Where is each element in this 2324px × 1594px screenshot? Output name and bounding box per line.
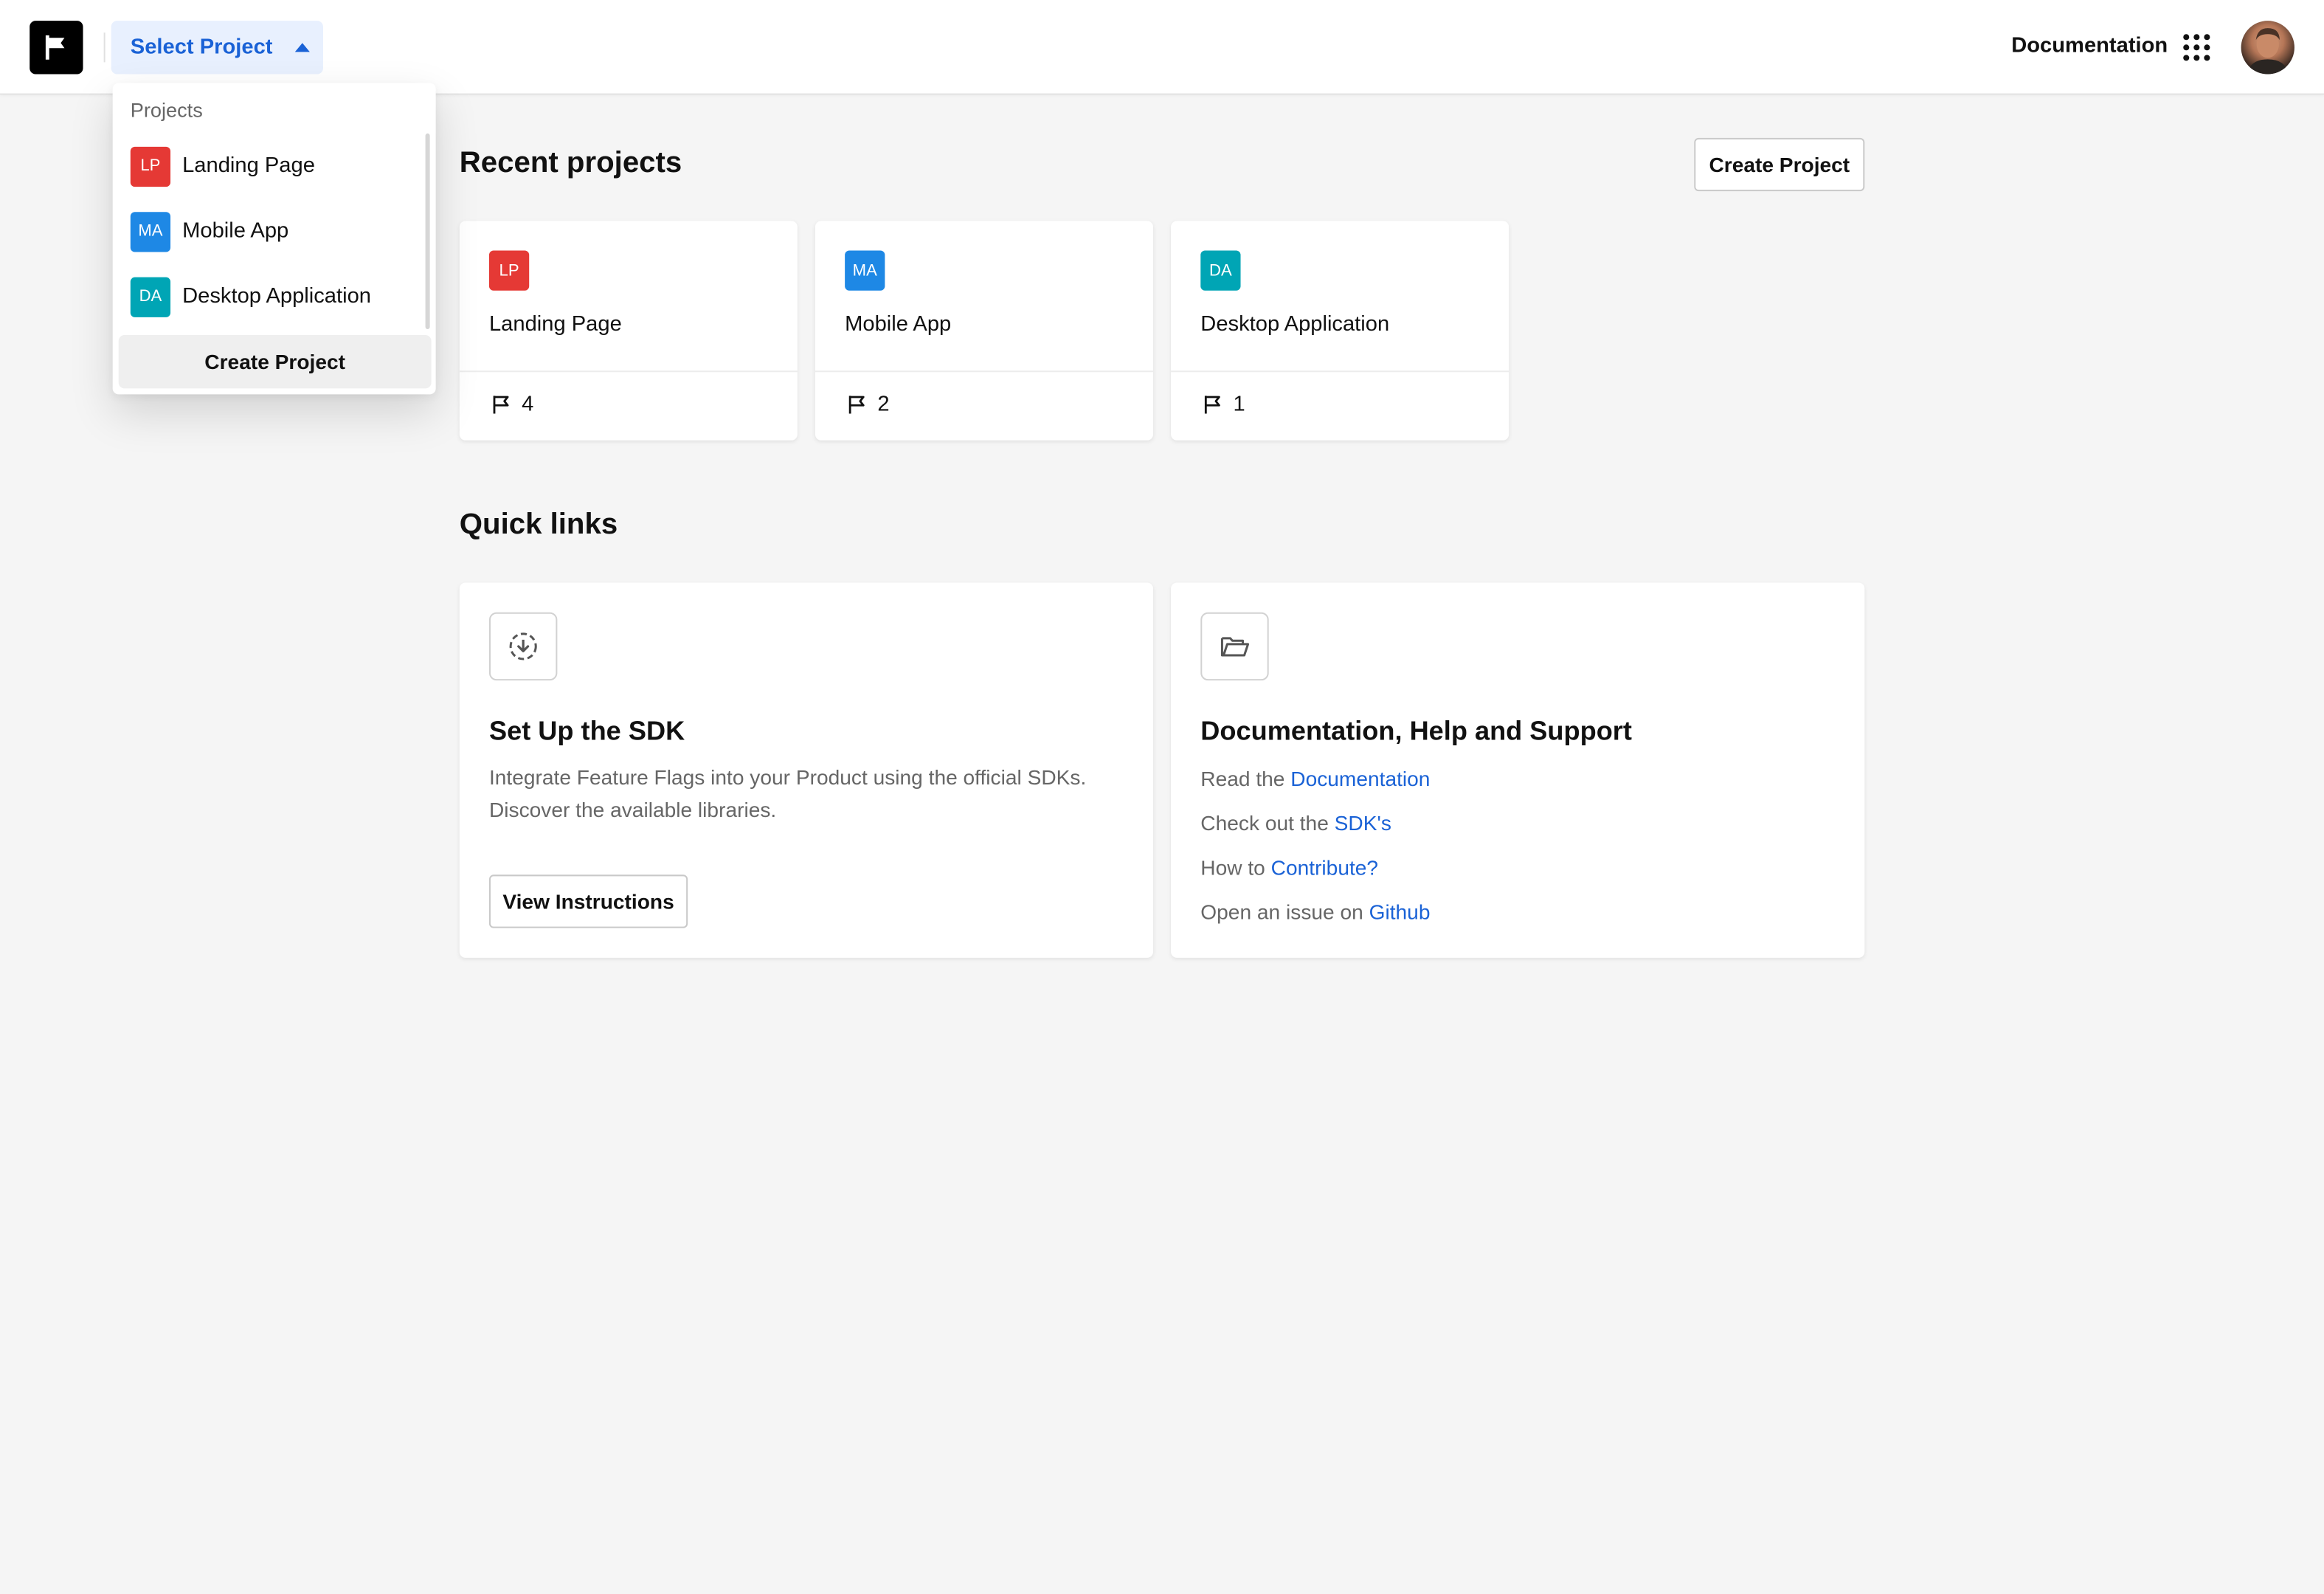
dropdown-item-label: Landing Page xyxy=(182,153,315,179)
documentation-link[interactable]: Documentation xyxy=(1290,767,1430,790)
project-select-dropdown: Projects LP Landing Page MA Mobile App D… xyxy=(112,83,436,395)
contribute-link[interactable]: Contribute? xyxy=(1271,855,1378,879)
sdk-card-title: Set Up the SDK xyxy=(488,716,685,746)
flag-count: 2 xyxy=(846,393,890,417)
recent-projects-heading: Recent projects xyxy=(459,146,682,180)
help-card-title: Documentation, Help and Support xyxy=(1200,716,1632,746)
flag-icon xyxy=(1204,396,1220,414)
documentation-link[interactable]: Documentation xyxy=(2011,34,2168,58)
help-line-text: Check out the xyxy=(1200,810,1335,835)
project-badge: LP xyxy=(130,145,171,187)
select-project-button[interactable]: Select Project xyxy=(111,21,323,75)
flag-icon xyxy=(848,396,865,414)
create-project-button[interactable]: Create Project xyxy=(1694,137,1865,192)
flag-icon xyxy=(493,396,509,414)
project-name: Landing Page xyxy=(488,312,622,337)
help-support-card: Documentation, Help and Support Read the… xyxy=(1171,582,1865,958)
dropdown-create-project-button[interactable]: Create Project xyxy=(118,335,432,389)
project-name: Desktop Application xyxy=(1200,312,1390,337)
sdk-setup-card: Set Up the SDK Integrate Feature Flags i… xyxy=(459,582,1154,958)
dropdown-item-landing-page[interactable]: LP Landing Page xyxy=(130,145,412,187)
project-badge: DA xyxy=(130,276,171,317)
help-line-text: How to xyxy=(1200,855,1271,880)
project-card-landing-page[interactable]: LP Landing Page 4 xyxy=(459,221,798,441)
project-badge: MA xyxy=(845,250,885,291)
project-card-mobile-app[interactable]: MA Mobile App 2 xyxy=(815,221,1154,441)
sdks-link[interactable]: SDK's xyxy=(1335,811,1391,835)
top-navigation-bar: Select Project Documentation xyxy=(0,0,2324,95)
header-divider xyxy=(103,32,106,63)
flag-count: 4 xyxy=(491,393,534,417)
project-badge: LP xyxy=(488,250,530,291)
dropdown-scrollbar[interactable] xyxy=(425,133,430,329)
select-project-label: Select Project xyxy=(130,35,273,60)
sdk-desc-line-1: Integrate Feature Flags into your Produc… xyxy=(488,765,1087,789)
flag-count-value: 1 xyxy=(1233,393,1245,417)
flag-logo-icon[interactable] xyxy=(30,21,83,75)
folder-open-icon xyxy=(1200,612,1269,681)
project-badge: MA xyxy=(130,211,171,252)
dropdown-item-mobile-app[interactable]: MA Mobile App xyxy=(130,210,412,252)
dropdown-item-label: Desktop Application xyxy=(182,284,371,308)
help-line-text: Read the xyxy=(1200,766,1291,790)
sdk-desc-line-2: Discover the available libraries. xyxy=(488,797,777,821)
help-line-contribute: How to Contribute? xyxy=(1200,855,1378,879)
card-divider xyxy=(459,370,798,373)
project-name: Mobile App xyxy=(845,312,952,337)
help-line-documentation: Read the Documentation xyxy=(1200,767,1430,790)
apps-grid-icon[interactable] xyxy=(2183,34,2210,61)
card-divider xyxy=(815,370,1154,373)
sdk-card-description: Integrate Feature Flags into your Produc… xyxy=(489,761,1112,826)
flag-count-value: 2 xyxy=(877,393,890,417)
user-avatar[interactable] xyxy=(2241,21,2294,75)
github-link[interactable]: Github xyxy=(1369,900,1431,923)
project-badge: DA xyxy=(1200,250,1241,291)
caret-up-icon xyxy=(294,42,310,52)
dropdown-item-label: Mobile App xyxy=(182,219,289,244)
flag-count: 1 xyxy=(1202,393,1245,417)
quick-links-heading: Quick links xyxy=(459,508,618,542)
dropdown-title: Projects xyxy=(130,99,203,122)
download-circle-icon xyxy=(488,612,558,681)
flag-count-value: 4 xyxy=(522,393,534,417)
project-card-desktop-application[interactable]: DA Desktop Application 1 xyxy=(1171,221,1509,441)
help-line-sdks: Check out the SDK's xyxy=(1200,811,1391,835)
dropdown-item-desktop-application[interactable]: DA Desktop Application xyxy=(130,276,412,317)
view-instructions-button[interactable]: View Instructions xyxy=(488,874,688,928)
help-line-text: Open an issue on xyxy=(1200,900,1369,924)
card-divider xyxy=(1171,370,1509,373)
help-line-github: Open an issue on Github xyxy=(1200,900,1430,923)
